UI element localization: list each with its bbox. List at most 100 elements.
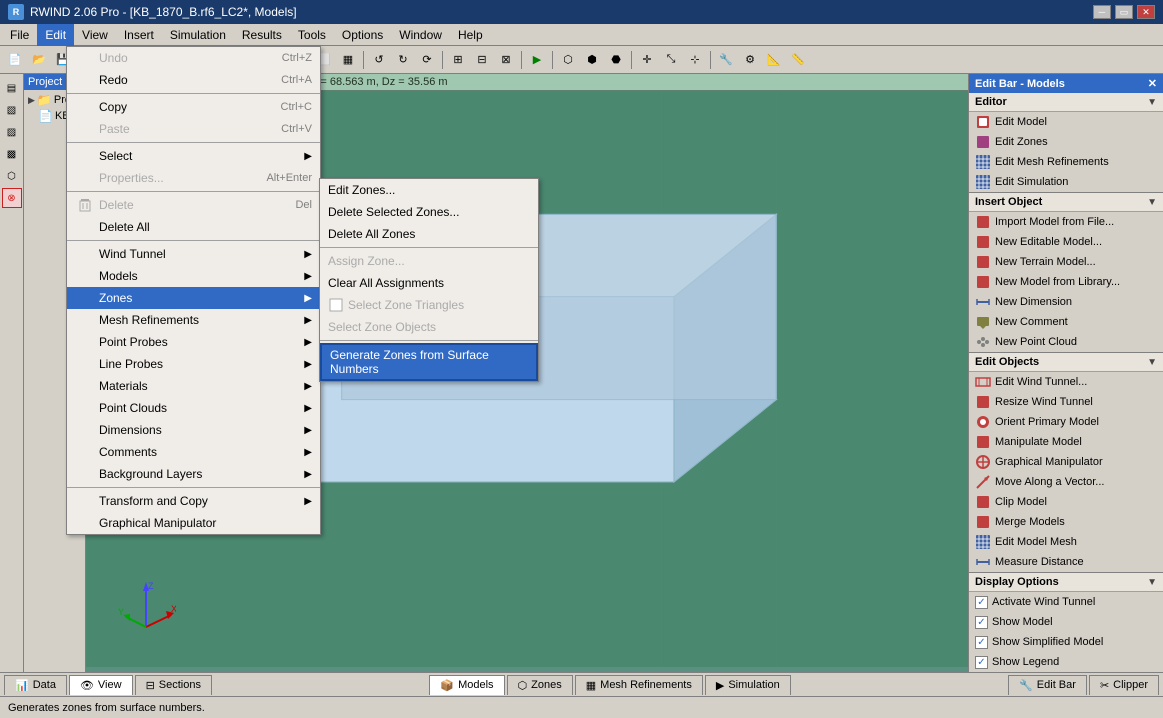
menu-file[interactable]: File (2, 24, 37, 46)
zones-generate[interactable]: Generate Zones from Surface Numbers (320, 343, 538, 381)
panel-activate-wind-tunnel[interactable]: ✓ Activate Wind Tunnel (969, 592, 1163, 612)
menu-view[interactable]: View (74, 24, 116, 46)
menu-delete-all[interactable]: Delete All (67, 216, 320, 238)
menu-background-layers[interactable]: Background Layers ▶ (67, 463, 320, 485)
close-button[interactable]: ✕ (1137, 5, 1155, 19)
tb-new[interactable]: 📄 (4, 49, 26, 71)
zones-edit[interactable]: Edit Zones... (320, 179, 538, 201)
menu-tools[interactable]: Tools (290, 24, 334, 46)
menu-materials[interactable]: Materials ▶ (67, 375, 320, 397)
display-options-header[interactable]: Display Options ▼ (969, 573, 1163, 592)
tab-models[interactable]: 📦 Models (429, 675, 504, 695)
tb-zoom2[interactable]: ⊟ (471, 49, 493, 71)
panel-show-model[interactable]: ✓ Show Model (969, 612, 1163, 632)
zones-delete-selected[interactable]: Delete Selected Zones... (320, 201, 538, 223)
menu-dimensions[interactable]: Dimensions ▶ (67, 419, 320, 441)
tb-scale[interactable]: ⤡ (660, 49, 682, 71)
panel-new-from-library[interactable]: New Model from Library... (969, 272, 1163, 292)
menu-undo[interactable]: Undo Ctrl+Z (67, 47, 320, 69)
show-legend-checkbox[interactable]: ✓ (975, 656, 988, 669)
restore-button[interactable]: ▭ (1115, 5, 1133, 19)
menu-insert[interactable]: Insert (116, 24, 162, 46)
panel-new-comment[interactable]: New Comment (969, 312, 1163, 332)
menu-properties[interactable]: Properties... Alt+Enter (67, 167, 320, 189)
left-icon-1[interactable]: ▤ (2, 78, 22, 98)
show-simplified-checkbox[interactable]: ✓ (975, 636, 988, 649)
tb-misc1[interactable]: 🔧 (715, 49, 737, 71)
tb-misc3[interactable]: 📐 (763, 49, 785, 71)
tb-misc4[interactable]: 📏 (787, 49, 809, 71)
menu-point-probes[interactable]: Point Probes ▶ (67, 331, 320, 353)
panel-edit-mesh[interactable]: Edit Mesh Refinements (969, 152, 1163, 172)
menu-delete[interactable]: Delete Del (67, 194, 320, 216)
tab-mesh[interactable]: ▦ Mesh Refinements (575, 675, 703, 695)
left-icon-red[interactable]: ⊗ (2, 188, 22, 208)
zones-clear-assign[interactable]: Clear All Assignments (320, 272, 538, 294)
tb-zoom1[interactable]: ⊞ (447, 49, 469, 71)
tb-layer2[interactable]: ⬢ (581, 49, 603, 71)
tab-data[interactable]: 📊 Data (4, 675, 67, 695)
panel-edit-mesh[interactable]: Edit Model Mesh (969, 532, 1163, 552)
tab-simulation[interactable]: ▶ Simulation (705, 675, 791, 695)
zones-submenu[interactable]: Edit Zones... Delete Selected Zones... D… (319, 178, 539, 382)
tab-zones[interactable]: ⬡ Zones (507, 675, 573, 695)
menu-results[interactable]: Results (234, 24, 290, 46)
menu-line-probes[interactable]: Line Probes ▶ (67, 353, 320, 375)
menu-paste[interactable]: Paste Ctrl+V (67, 118, 320, 140)
left-icon-4[interactable]: ▩ (2, 144, 22, 164)
left-icon-3[interactable]: ▨ (2, 122, 22, 142)
tab-view[interactable]: 👁 View (69, 675, 133, 695)
edit-menu[interactable]: Undo Ctrl+Z Redo Ctrl+A Copy Ctrl+C Past… (66, 46, 321, 535)
menu-zones[interactable]: Zones ▶ (67, 287, 320, 309)
tb-rotate2[interactable]: ↻ (392, 49, 414, 71)
panel-graphical-manipulator[interactable]: Graphical Manipulator (969, 452, 1163, 472)
panel-new-point-cloud[interactable]: New Point Cloud (969, 332, 1163, 352)
tb-btn12[interactable]: ▦ (337, 49, 359, 71)
menu-select[interactable]: Select ▶ (67, 145, 320, 167)
tb-layer3[interactable]: ⬣ (605, 49, 627, 71)
tb-move[interactable]: ✛ (636, 49, 658, 71)
left-icon-2[interactable]: ▧ (2, 100, 22, 120)
panel-clip-model[interactable]: Clip Model (969, 492, 1163, 512)
tab-clipper[interactable]: ✂ Clipper (1089, 675, 1159, 695)
zones-select-triangles[interactable]: Select Zone Triangles (320, 294, 538, 316)
panel-edit-model[interactable]: Edit Model (969, 112, 1163, 132)
panel-new-editable[interactable]: New Editable Model... (969, 232, 1163, 252)
panel-new-terrain[interactable]: New Terrain Model... (969, 252, 1163, 272)
menu-edit[interactable]: Edit (37, 24, 74, 46)
tb-play[interactable]: ▶ (526, 49, 548, 71)
menu-point-clouds[interactable]: Point Clouds ▶ (67, 397, 320, 419)
tb-sel[interactable]: ⊹ (684, 49, 706, 71)
panel-measure-distance[interactable]: Measure Distance (969, 552, 1163, 572)
panel-merge-models[interactable]: Merge Models (969, 512, 1163, 532)
panel-show-legend[interactable]: ✓ Show Legend (969, 652, 1163, 672)
panel-resize-wt[interactable]: Resize Wind Tunnel (969, 392, 1163, 412)
menu-comments[interactable]: Comments ▶ (67, 441, 320, 463)
tb-misc2[interactable]: ⚙ (739, 49, 761, 71)
panel-orient-model[interactable]: Orient Primary Model (969, 412, 1163, 432)
panel-edit-wind-tunnel[interactable]: Edit Wind Tunnel... (969, 372, 1163, 392)
left-icon-5[interactable]: ⬡ (2, 166, 22, 186)
edit-objects-header[interactable]: Edit Objects ▼ (969, 353, 1163, 372)
zones-assign[interactable]: Assign Zone... (320, 250, 538, 272)
zones-delete-all[interactable]: Delete All Zones (320, 223, 538, 245)
panel-edit-simulation[interactable]: Edit Simulation (969, 172, 1163, 192)
menu-mesh-ref[interactable]: Mesh Refinements ▶ (67, 309, 320, 331)
tab-sections[interactable]: ⊟ Sections (135, 675, 212, 695)
show-model-checkbox[interactable]: ✓ (975, 616, 988, 629)
tb-rotate[interactable]: ↺ (368, 49, 390, 71)
tb-rotate3[interactable]: ⟳ (416, 49, 438, 71)
panel-move-along-vector[interactable]: Move Along a Vector... (969, 472, 1163, 492)
panel-manipulate-model[interactable]: Manipulate Model (969, 432, 1163, 452)
panel-new-dimension[interactable]: New Dimension (969, 292, 1163, 312)
activate-wt-checkbox[interactable]: ✓ (975, 596, 988, 609)
panel-show-simplified[interactable]: ✓ Show Simplified Model (969, 632, 1163, 652)
menu-redo[interactable]: Redo Ctrl+A (67, 69, 320, 91)
minimize-button[interactable]: ─ (1093, 5, 1111, 19)
panel-edit-zones[interactable]: Edit Zones (969, 132, 1163, 152)
right-panel-controls[interactable]: ✕ (1148, 77, 1157, 90)
menu-copy[interactable]: Copy Ctrl+C (67, 96, 320, 118)
menu-wind-tunnel[interactable]: Wind Tunnel ▶ (67, 243, 320, 265)
menu-options[interactable]: Options (334, 24, 391, 46)
menu-simulation[interactable]: Simulation (162, 24, 234, 46)
